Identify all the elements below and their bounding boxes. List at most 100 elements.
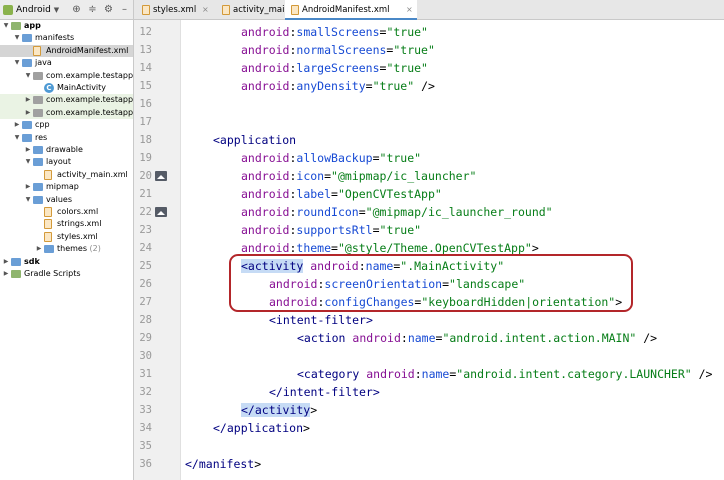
gear-icon[interactable]: ⚙ bbox=[102, 3, 115, 16]
code-editor[interactable]: android:smallScreens="true" android:norma… bbox=[181, 20, 724, 480]
code-line[interactable]: android:largeScreens="true" bbox=[241, 59, 428, 77]
chevron-down-icon[interactable]: ▼ bbox=[2, 20, 10, 32]
code-line[interactable]: <category android:name="android.intent.c… bbox=[297, 365, 712, 383]
folder-icon bbox=[33, 195, 43, 204]
project-tree-item-label: manifests bbox=[35, 33, 75, 43]
code-line[interactable]: android:theme="@style/Theme.OpenCVTestAp… bbox=[241, 239, 539, 257]
code-line[interactable]: android:roundIcon="@mipmap/ic_launcher_r… bbox=[241, 203, 553, 221]
chevron-down-icon[interactable]: ▼ bbox=[13, 132, 21, 144]
project-tree-item[interactable]: ▶ com.example.testapp (tes bbox=[0, 106, 133, 120]
project-tree-item[interactable]: C MainActivity bbox=[0, 82, 133, 94]
chevron-down-icon[interactable]: ▼ bbox=[13, 32, 21, 44]
code-line[interactable]: </intent-filter> bbox=[269, 383, 380, 401]
project-tree-item-label: activity_main.xml bbox=[57, 169, 128, 179]
project-tree-item[interactable]: ▼ values bbox=[0, 194, 133, 206]
code-line[interactable]: android:smallScreens="true" bbox=[241, 23, 428, 41]
code-line[interactable]: </application> bbox=[213, 419, 310, 437]
line-number: 24 bbox=[139, 242, 152, 254]
project-tree-item[interactable]: ▶ sdk bbox=[0, 256, 133, 268]
project-tree-item-label: values bbox=[46, 194, 73, 204]
image-preview-icon[interactable] bbox=[155, 171, 167, 181]
chevron-right-icon[interactable]: ▶ bbox=[13, 119, 21, 131]
code-line[interactable]: </manifest> bbox=[185, 455, 261, 473]
chevron-right-icon[interactable]: ▶ bbox=[24, 107, 32, 119]
chevron-down-icon[interactable]: ▼ bbox=[24, 70, 32, 82]
chevron-right-icon[interactable]: ▶ bbox=[24, 144, 32, 156]
project-tree-item[interactable]: ▶ Gradle Scripts bbox=[0, 268, 133, 280]
line-number: 15 bbox=[139, 80, 152, 92]
project-tree-item[interactable]: ▼ app bbox=[0, 20, 133, 32]
project-view-selector[interactable]: Android ▼ bbox=[3, 2, 59, 17]
project-tree-item[interactable]: ▼ res bbox=[0, 132, 133, 144]
project-tree-item[interactable]: AndroidManifest.xml bbox=[0, 44, 133, 58]
package-icon bbox=[33, 71, 43, 80]
project-tree-item-label: themes (2) bbox=[57, 244, 101, 254]
project-tree-item[interactable]: ▶ themes (2) bbox=[0, 243, 133, 255]
project-tree-item[interactable]: styles.xml bbox=[0, 231, 133, 243]
chevron-right-icon[interactable]: ▶ bbox=[24, 181, 32, 193]
code-line[interactable]: android:icon="@mipmap/ic_launcher" bbox=[241, 167, 476, 185]
close-icon[interactable]: × bbox=[202, 0, 209, 20]
line-number: 12 bbox=[139, 26, 152, 38]
image-preview-icon[interactable] bbox=[155, 207, 167, 217]
project-tree-item[interactable]: ▶ com.example.testapp (and bbox=[0, 94, 133, 107]
folder-icon bbox=[33, 183, 43, 192]
code-line[interactable]: android:label="OpenCVTestApp" bbox=[241, 185, 442, 203]
locate-icon[interactable]: ⊕ bbox=[70, 3, 83, 16]
code-line[interactable]: android:anyDensity="true" /> bbox=[241, 77, 435, 95]
editor-gutter: 12 13 14 15 16 17 18 19 20 21 22 23 24 25 26 27 28 29 30 31… bbox=[134, 20, 181, 480]
code-line[interactable]: </activity> bbox=[241, 401, 317, 419]
project-tree-item-label: com.example.testapp (tes bbox=[46, 107, 133, 119]
project-tree-item[interactable]: ▼ com.example.testapp bbox=[0, 70, 133, 82]
android-icon bbox=[3, 4, 13, 15]
chevron-right-icon[interactable]: ▶ bbox=[35, 243, 43, 255]
code-line[interactable]: android:normalScreens="true" bbox=[241, 41, 435, 59]
line-number: 32 bbox=[139, 386, 152, 398]
chevron-right-icon[interactable]: ▶ bbox=[2, 268, 10, 280]
close-icon[interactable]: × bbox=[406, 0, 413, 20]
line-number: 34 bbox=[139, 422, 152, 434]
code-line[interactable]: <intent-filter> bbox=[269, 311, 373, 329]
code-line[interactable]: android:configChanges="keyboardHidden|or… bbox=[269, 293, 622, 311]
chevron-down-icon[interactable]: ▼ bbox=[24, 194, 32, 206]
folder-icon bbox=[33, 146, 43, 154]
project-tree-item[interactable]: ▼ java bbox=[0, 57, 133, 69]
editor-tab-bar: styles.xml×activity_main.xml×AndroidMani… bbox=[134, 0, 724, 20]
editor-tab[interactable]: styles.xml × bbox=[136, 0, 213, 20]
line-number: 25 bbox=[139, 260, 152, 272]
java-class-icon: C bbox=[44, 83, 54, 93]
project-tree-item[interactable]: strings.xml bbox=[0, 218, 133, 230]
code-line[interactable]: android:screenOrientation="landscape" bbox=[269, 275, 525, 293]
project-tree-item[interactable]: ▼ manifests bbox=[0, 32, 133, 44]
editor-tab-label: styles.xml bbox=[153, 5, 197, 15]
module-folder-icon bbox=[11, 22, 21, 30]
xml-file-icon bbox=[44, 207, 52, 217]
code-line[interactable]: android:allowBackup="true" bbox=[241, 149, 421, 167]
project-tree-item[interactable]: colors.xml bbox=[0, 206, 133, 218]
chevron-right-icon[interactable]: ▶ bbox=[24, 94, 32, 106]
chevron-right-icon[interactable]: ▶ bbox=[2, 256, 10, 268]
minimize-icon[interactable]: – bbox=[118, 3, 131, 16]
project-tree-item[interactable]: ▼ layout bbox=[0, 156, 133, 168]
line-number: 23 bbox=[139, 224, 152, 236]
chevron-down-icon[interactable]: ▼ bbox=[24, 156, 32, 168]
folder-icon bbox=[44, 245, 54, 254]
line-number: 20 bbox=[139, 170, 152, 182]
project-tree-item-label: app bbox=[24, 21, 41, 30]
line-number: 35 bbox=[139, 440, 152, 452]
editor-tab[interactable]: AndroidManifest.xml × bbox=[285, 0, 417, 20]
code-line[interactable]: <application bbox=[213, 131, 296, 149]
project-tree-item[interactable]: activity_main.xml bbox=[0, 169, 133, 181]
folder-icon bbox=[11, 257, 21, 266]
project-tree-item-label: res bbox=[35, 132, 48, 142]
collapse-all-icon[interactable]: ≑ bbox=[86, 3, 99, 16]
project-tree-item[interactable]: ▶ drawable bbox=[0, 144, 133, 156]
code-line[interactable]: <action android:name="android.intent.act… bbox=[297, 329, 657, 347]
line-number: 27 bbox=[139, 296, 152, 308]
project-tree-item[interactable]: ▶ cpp bbox=[0, 119, 133, 131]
project-tree-item-label: cpp bbox=[35, 120, 50, 130]
code-line[interactable]: <activity android:name=".MainActivity" bbox=[241, 257, 504, 275]
chevron-down-icon[interactable]: ▼ bbox=[13, 57, 21, 69]
project-tree-item[interactable]: ▶ mipmap bbox=[0, 181, 133, 193]
code-line[interactable]: android:supportsRtl="true" bbox=[241, 221, 421, 239]
